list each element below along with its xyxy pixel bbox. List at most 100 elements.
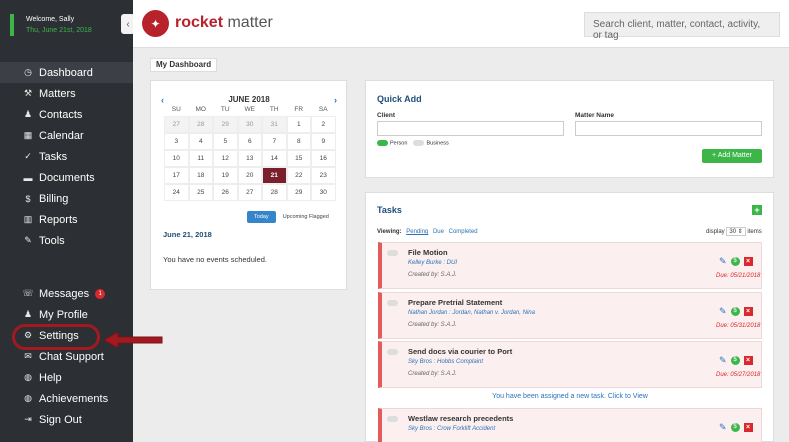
- calendar-day[interactable]: 3: [164, 133, 189, 150]
- calendar-day[interactable]: 27: [237, 184, 262, 201]
- task-item[interactable]: Westlaw research precedents Sky Bros : Cr…: [378, 408, 762, 442]
- calendar-day[interactable]: 28: [188, 116, 213, 133]
- sidebar-item-achievements[interactable]: ◍ Achievements: [0, 388, 133, 409]
- task-complete-toggle[interactable]: [387, 349, 398, 355]
- task-complete-toggle[interactable]: [387, 250, 398, 256]
- pencil-icon[interactable]: ✎: [719, 355, 727, 366]
- calendar-day[interactable]: 10: [164, 150, 189, 167]
- sidebar-item-reports[interactable]: ▥ Reports: [0, 209, 133, 230]
- calendar-day[interactable]: 2: [311, 116, 336, 133]
- today-button[interactable]: Today: [247, 211, 276, 223]
- calendar-day[interactable]: 21: [262, 167, 287, 184]
- dollar-icon[interactable]: $: [730, 307, 740, 316]
- filter-completed[interactable]: Completed: [449, 229, 478, 235]
- task-title[interactable]: Westlaw research precedents: [408, 414, 513, 423]
- task-item[interactable]: File Motion Kelley Burke : DUI Created by:…: [378, 242, 762, 289]
- sidebar-item-tools[interactable]: ✎ Tools: [0, 230, 133, 251]
- dollar-icon[interactable]: $: [730, 257, 740, 266]
- task-item[interactable]: Prepare Pretrial Statement Nathan Jordan …: [378, 292, 762, 339]
- calendar-day[interactable]: 14: [262, 150, 287, 167]
- sidebar-item-sign-out[interactable]: ⇥ Sign Out: [0, 409, 133, 430]
- person-toggle[interactable]: Person: [377, 140, 407, 146]
- calendar-day[interactable]: 30: [311, 184, 336, 201]
- client-input[interactable]: [377, 121, 564, 136]
- business-toggle[interactable]: Business: [413, 140, 449, 147]
- close-icon[interactable]: ×: [743, 356, 753, 365]
- sidebar-item-matters[interactable]: ⚒ Matters: [0, 83, 133, 104]
- sidebar-item-billing[interactable]: $ Billing: [0, 188, 133, 209]
- chevron-right-icon[interactable]: ›: [334, 95, 337, 105]
- calendar-day[interactable]: 31: [262, 116, 287, 133]
- task-due-date: Due: 05/31/2018: [716, 323, 761, 329]
- business-label: Business: [426, 140, 449, 147]
- sidebar-item-my-profile[interactable]: ♟ My Profile: [0, 304, 133, 325]
- calendar-day[interactable]: 20: [237, 167, 262, 184]
- calendar-day[interactable]: 12: [213, 150, 238, 167]
- arrow-left-icon: [104, 332, 163, 348]
- calendar-day[interactable]: 22: [286, 167, 311, 184]
- dollar-icon[interactable]: $: [730, 423, 740, 432]
- sidebar-item-calendar[interactable]: ▦ Calendar: [0, 125, 133, 146]
- pencil-icon[interactable]: ✎: [719, 306, 727, 317]
- rocket-logo-icon[interactable]: ✦: [142, 10, 169, 37]
- app-logo[interactable]: rocket matter: [175, 14, 273, 32]
- close-icon[interactable]: ×: [743, 423, 753, 432]
- task-item[interactable]: Send docs via courier to Port Sky Bros : …: [378, 341, 762, 388]
- calendar-day[interactable]: 4: [188, 133, 213, 150]
- pencil-icon[interactable]: ✎: [719, 422, 727, 433]
- close-icon[interactable]: ×: [743, 257, 753, 266]
- task-matter-link[interactable]: Sky Bros : Crow Forklift Accident: [408, 426, 495, 432]
- calendar-day[interactable]: 16: [311, 150, 336, 167]
- sidebar-item-documents[interactable]: ▬ Documents: [0, 167, 133, 188]
- filter-due[interactable]: Due: [433, 229, 444, 235]
- matter-name-input[interactable]: [575, 121, 762, 136]
- calendar-day[interactable]: 19: [213, 167, 238, 184]
- calendar-day[interactable]: 9: [311, 133, 336, 150]
- calendar-day[interactable]: 17: [164, 167, 189, 184]
- task-title[interactable]: Prepare Pretrial Statement: [408, 298, 502, 307]
- filter-pending[interactable]: Pending: [406, 229, 428, 235]
- chevron-left-icon[interactable]: ‹: [161, 95, 164, 105]
- close-icon[interactable]: ×: [743, 307, 753, 316]
- calendar-day[interactable]: 15: [286, 150, 311, 167]
- calendar-week-row: 10 11 12 13 14 15 16: [164, 150, 336, 167]
- calendar-day[interactable]: 5: [213, 133, 238, 150]
- plus-icon[interactable]: +: [752, 205, 762, 215]
- task-matter-link[interactable]: Kelley Burke : DUI: [408, 260, 457, 266]
- sidebar-item-tasks[interactable]: ✓ Tasks: [0, 146, 133, 167]
- calendar-day[interactable]: 1: [286, 116, 311, 133]
- sidebar-item-messages[interactable]: ☏ Messages 1: [0, 283, 133, 304]
- calendar-day[interactable]: 30: [237, 116, 262, 133]
- calendar-day[interactable]: 29: [286, 184, 311, 201]
- task-complete-toggle[interactable]: [387, 300, 398, 306]
- task-title[interactable]: File Motion: [408, 248, 448, 257]
- tab-my-dashboard[interactable]: My Dashboard: [150, 58, 218, 72]
- add-matter-button[interactable]: + Add Matter: [702, 149, 762, 163]
- task-complete-toggle[interactable]: [387, 416, 398, 422]
- search-input[interactable]: Search client, matter, contact, activity…: [584, 12, 780, 41]
- task-matter-link[interactable]: Sky Bros : Hobbs Complaint: [408, 359, 483, 365]
- calendar-day[interactable]: 24: [164, 184, 189, 201]
- dollar-icon[interactable]: $: [730, 356, 740, 365]
- calendar-day[interactable]: 11: [188, 150, 213, 167]
- upcoming-flagged-button[interactable]: Upcoming Flagged: [280, 211, 332, 223]
- sidebar-item-help[interactable]: ◍ Help: [0, 367, 133, 388]
- display-count-select[interactable]: 30 ⇕: [726, 227, 746, 236]
- task-matter-link[interactable]: Nathan Jordan : Jordan, Nathan v. Jordan…: [408, 310, 535, 316]
- calendar-day[interactable]: 6: [237, 133, 262, 150]
- calendar-day[interactable]: 8: [286, 133, 311, 150]
- new-task-notice[interactable]: You have been assigned a new task. Click…: [378, 390, 762, 403]
- calendar-day[interactable]: 23: [311, 167, 336, 184]
- pencil-icon[interactable]: ✎: [719, 256, 727, 267]
- calendar-day[interactable]: 27: [164, 116, 189, 133]
- calendar-day[interactable]: 28: [262, 184, 287, 201]
- calendar-day[interactable]: 13: [237, 150, 262, 167]
- task-title[interactable]: Send docs via courier to Port: [408, 347, 512, 356]
- sidebar-item-contacts[interactable]: ♟ Contacts: [0, 104, 133, 125]
- calendar-day[interactable]: 26: [213, 184, 238, 201]
- calendar-day[interactable]: 25: [188, 184, 213, 201]
- calendar-day[interactable]: 18: [188, 167, 213, 184]
- calendar-day[interactable]: 29: [213, 116, 238, 133]
- calendar-day[interactable]: 7: [262, 133, 287, 150]
- sidebar-item-dashboard[interactable]: ◷ Dashboard: [0, 62, 133, 83]
